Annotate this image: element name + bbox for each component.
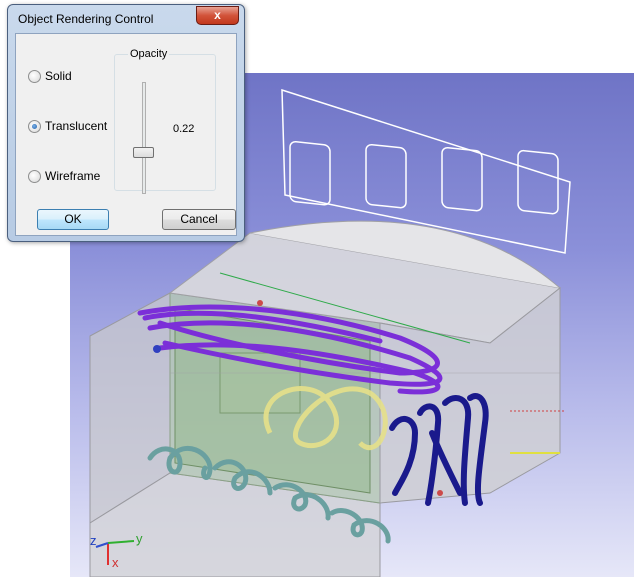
object-rendering-dialog: Object Rendering Control x Solid Translu… xyxy=(7,4,245,242)
blue-marker xyxy=(153,345,161,353)
radio-solid-circle[interactable] xyxy=(28,69,41,83)
close-button[interactable]: x xyxy=(196,6,239,25)
ok-button[interactable]: OK xyxy=(37,209,109,230)
radio-wireframe[interactable]: Wireframe xyxy=(28,168,100,184)
radio-solid-label[interactable]: Solid xyxy=(45,69,72,83)
dialog-titlebar[interactable]: Object Rendering Control x xyxy=(8,5,244,33)
radio-solid[interactable]: Solid xyxy=(28,68,72,84)
radio-translucent[interactable]: Translucent xyxy=(28,118,107,134)
opacity-slider-thumb[interactable] xyxy=(133,147,154,158)
cancel-button[interactable]: Cancel xyxy=(162,209,236,230)
opacity-value: 0.22 xyxy=(173,123,195,135)
red-marker xyxy=(437,490,443,496)
red-marker xyxy=(257,300,263,306)
dialog-client-area: Solid Translucent Wireframe Opacity 0.22… xyxy=(15,33,237,236)
radio-translucent-label[interactable]: Translucent xyxy=(45,119,107,133)
radio-translucent-circle[interactable] xyxy=(28,119,41,133)
opacity-group-label: Opacity xyxy=(128,48,170,60)
opacity-group-box xyxy=(114,54,216,191)
application-canvas: z y x Object Rendering Control x Solid T… xyxy=(0,0,634,577)
opacity-slider-track[interactable] xyxy=(142,82,146,194)
axis-y-label: y xyxy=(136,531,143,546)
axis-x-label: x xyxy=(112,555,119,570)
axis-z-label: z xyxy=(90,533,97,548)
dialog-title: Object Rendering Control xyxy=(18,12,154,26)
radio-wireframe-label[interactable]: Wireframe xyxy=(45,169,100,183)
radio-wireframe-circle[interactable] xyxy=(28,169,41,183)
close-icon: x xyxy=(214,8,221,22)
